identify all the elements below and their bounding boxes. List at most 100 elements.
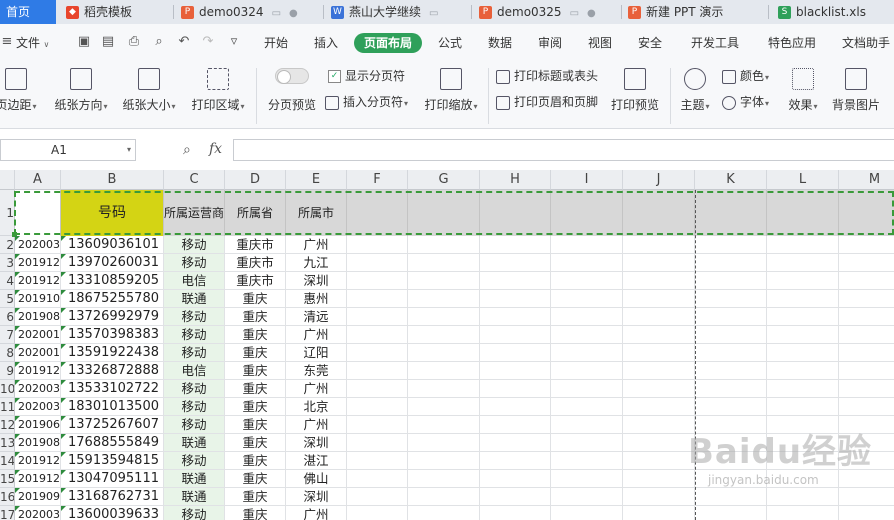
column-header-i[interactable]: I (551, 170, 623, 190)
empty-cell[interactable] (839, 362, 894, 380)
menu-page-layout[interactable]: 页面布局 (354, 33, 423, 53)
row-header[interactable]: 13 (0, 434, 15, 452)
theme-button[interactable]: 主题▾ (674, 68, 716, 113)
empty-cell[interactable] (551, 344, 623, 362)
carrier-cell[interactable]: 移动 (164, 344, 225, 362)
empty-cell[interactable] (695, 326, 767, 344)
phone-number-cell[interactable]: 13533102722 (61, 380, 164, 398)
empty-cell[interactable] (551, 452, 623, 470)
city-cell[interactable]: 广州 (286, 326, 347, 344)
carrier-cell[interactable]: 移动 (164, 416, 225, 434)
empty-cell[interactable] (623, 326, 695, 344)
empty-cell[interactable] (767, 380, 839, 398)
row-header[interactable]: 4 (0, 272, 15, 290)
header-cell[interactable]: 所属市 (286, 190, 347, 236)
empty-cell[interactable] (695, 236, 767, 254)
empty-cell[interactable] (839, 488, 894, 506)
period-cell[interactable]: 201910 (15, 290, 61, 308)
carrier-cell[interactable]: 移动 (164, 236, 225, 254)
menu-developer[interactable]: 开发工具 (691, 33, 739, 53)
carrier-cell[interactable]: 移动 (164, 506, 225, 520)
row-header[interactable]: 11 (0, 398, 15, 416)
phone-number-cell[interactable]: 13326872888 (61, 362, 164, 380)
city-cell[interactable]: 辽阳 (286, 344, 347, 362)
phone-number-cell[interactable]: 18301013500 (61, 398, 164, 416)
phone-number-cell[interactable]: 13570398383 (61, 326, 164, 344)
phone-number-cell[interactable]: 13970260031 (61, 254, 164, 272)
period-cell[interactable]: 201912 (15, 254, 61, 272)
empty-cell[interactable] (623, 254, 695, 272)
city-cell[interactable]: 清远 (286, 308, 347, 326)
phone-number-cell[interactable]: 13726992979 (61, 308, 164, 326)
file-menu[interactable]: 文件 ∨ (16, 33, 49, 53)
chevron-down-icon[interactable]: ▾ (127, 140, 131, 160)
empty-cell[interactable] (347, 308, 408, 326)
empty-cell[interactable] (480, 236, 551, 254)
carrier-cell[interactable]: 移动 (164, 380, 225, 398)
phone-number-cell[interactable]: 13168762731 (61, 488, 164, 506)
empty-cell[interactable] (347, 470, 408, 488)
empty-cell[interactable] (480, 380, 551, 398)
empty-cell[interactable] (695, 362, 767, 380)
empty-cell[interactable] (839, 344, 894, 362)
carrier-cell[interactable]: 电信 (164, 272, 225, 290)
province-cell[interactable]: 重庆市 (225, 272, 286, 290)
paper-size-button[interactable]: 纸张大小▾ (118, 68, 180, 113)
row-header[interactable]: 10 (0, 380, 15, 398)
column-header-g[interactable]: G (408, 170, 480, 190)
empty-cell[interactable] (347, 398, 408, 416)
empty-cell[interactable] (695, 344, 767, 362)
row-header[interactable]: 7 (0, 326, 15, 344)
empty-cell[interactable] (695, 452, 767, 470)
city-cell[interactable]: 佛山 (286, 470, 347, 488)
period-cell[interactable]: 201912 (15, 470, 61, 488)
province-cell[interactable]: 重庆 (225, 434, 286, 452)
print-scale-button[interactable]: 打印缩放▾ (420, 68, 482, 113)
carrier-cell[interactable]: 移动 (164, 308, 225, 326)
empty-cell[interactable] (480, 434, 551, 452)
row-header[interactable]: 2 (0, 236, 15, 254)
province-cell[interactable]: 重庆 (225, 290, 286, 308)
carrier-cell[interactable]: 联通 (164, 290, 225, 308)
province-cell[interactable]: 重庆市 (225, 254, 286, 272)
empty-cell[interactable] (839, 272, 894, 290)
period-cell[interactable]: 202003 (15, 398, 61, 416)
phone-number-cell[interactable]: 13047095111 (61, 470, 164, 488)
empty-cell[interactable] (480, 506, 551, 520)
column-header-b[interactable]: B (61, 170, 164, 190)
empty-cell[interactable] (408, 326, 480, 344)
empty-cell[interactable] (695, 488, 767, 506)
empty-cell[interactable] (767, 290, 839, 308)
empty-cell[interactable] (695, 506, 767, 520)
empty-cell[interactable] (408, 290, 480, 308)
empty-cell[interactable] (347, 290, 408, 308)
empty-cell[interactable] (347, 344, 408, 362)
print-titles-button[interactable]: 打印标题或表头 (496, 67, 598, 85)
empty-cell[interactable] (480, 488, 551, 506)
empty-cell[interactable] (408, 254, 480, 272)
empty-cell[interactable] (839, 380, 894, 398)
name-box[interactable]: A1 ▾ (0, 139, 136, 161)
empty-cell[interactable] (767, 254, 839, 272)
row-header[interactable]: 15 (0, 470, 15, 488)
empty-cell[interactable] (839, 254, 894, 272)
empty-cell[interactable] (623, 434, 695, 452)
empty-cell[interactable] (347, 488, 408, 506)
city-cell[interactable]: 深圳 (286, 434, 347, 452)
empty-cell[interactable] (347, 254, 408, 272)
empty-cell[interactable] (695, 416, 767, 434)
period-cell[interactable]: 201912 (15, 362, 61, 380)
header-footer-button[interactable]: 打印页眉和页脚 (496, 93, 598, 111)
empty-cell[interactable] (347, 434, 408, 452)
empty-cell[interactable] (839, 398, 894, 416)
page-break-preview-button[interactable]: 分页预览 (264, 68, 320, 113)
empty-cell[interactable] (551, 434, 623, 452)
empty-cell[interactable] (623, 362, 695, 380)
empty-cell[interactable] (695, 470, 767, 488)
empty-header-cell[interactable] (408, 190, 480, 236)
city-cell[interactable]: 东莞 (286, 362, 347, 380)
empty-cell[interactable] (623, 506, 695, 520)
menu-security[interactable]: 安全 (638, 33, 662, 53)
empty-cell[interactable] (695, 254, 767, 272)
empty-cell[interactable] (767, 326, 839, 344)
